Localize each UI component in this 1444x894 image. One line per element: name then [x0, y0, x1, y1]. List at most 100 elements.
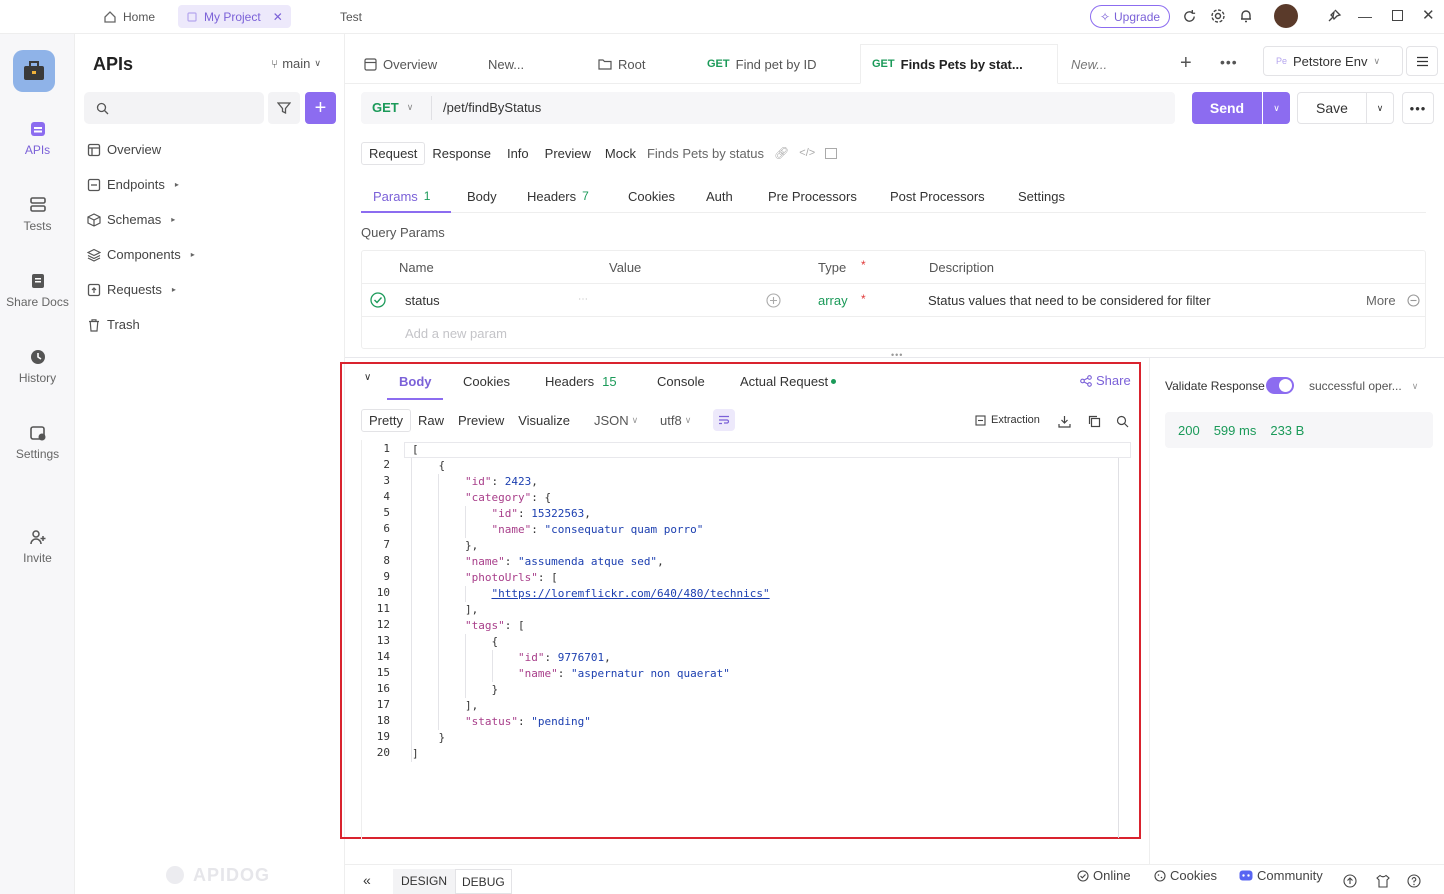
subtab-body[interactable]: Body: [467, 178, 497, 214]
project-logo[interactable]: [13, 50, 55, 92]
add-button[interactable]: +: [305, 92, 336, 124]
collapse-sidebar-icon[interactable]: «: [363, 872, 371, 888]
branch-selector[interactable]: ⑂ main ∨: [271, 56, 321, 71]
tab-overview[interactable]: Overview: [358, 46, 443, 82]
rail-item-tests[interactable]: Tests: [0, 196, 75, 233]
tab-new-2[interactable]: New...: [1065, 46, 1113, 82]
panel-icon[interactable]: [825, 147, 838, 159]
response-tab-console[interactable]: Console: [657, 374, 705, 389]
param-type-select[interactable]: array: [818, 293, 848, 308]
rail-item-apis[interactable]: APIs: [0, 120, 75, 157]
add-value-icon[interactable]: [766, 293, 781, 308]
mode-tab-request[interactable]: Request: [361, 141, 426, 165]
response-tab-actual-request[interactable]: Actual Request: [740, 374, 837, 389]
more-link[interactable]: More: [1366, 293, 1396, 308]
subtab-settings[interactable]: Settings: [1018, 178, 1065, 214]
design-mode-button[interactable]: DESIGN: [393, 869, 456, 894]
view-mode-raw[interactable]: Raw: [411, 410, 451, 431]
new-tab-button[interactable]: +: [1180, 52, 1192, 75]
window-tab-my-project[interactable]: My Project ✕: [178, 5, 291, 28]
validate-toggle[interactable]: [1266, 377, 1294, 394]
upgrade-button[interactable]: ✧ Upgrade: [1090, 5, 1170, 28]
shirt-icon[interactable]: [1376, 874, 1390, 888]
save-button[interactable]: Save: [1297, 92, 1367, 124]
method-selector[interactable]: GET ∨: [372, 100, 413, 115]
help-icon[interactable]: [1407, 874, 1421, 888]
encoding-select[interactable]: utf8 ∨: [660, 413, 691, 428]
add-param-input[interactable]: Add a new param: [405, 326, 507, 341]
tab-find-pet-by-id[interactable]: GET Find pet by ID: [701, 46, 823, 82]
code-icon[interactable]: </>: [799, 147, 815, 159]
menu-button[interactable]: [1406, 46, 1438, 76]
cookies-button[interactable]: Cookies: [1154, 868, 1217, 883]
maximize-icon[interactable]: [1392, 10, 1403, 21]
send-button[interactable]: Send: [1192, 92, 1262, 124]
rail-item-invite[interactable]: Invite: [0, 528, 75, 565]
param-description[interactable]: Status values that need to be considered…: [928, 293, 1211, 308]
tab-new-1[interactable]: New...: [482, 46, 530, 82]
close-window-icon[interactable]: ✕: [1422, 6, 1435, 24]
search-input[interactable]: [115, 100, 255, 116]
validate-target-select[interactable]: successful oper... ∨: [1309, 379, 1418, 393]
window-tab-home[interactable]: Home: [95, 5, 163, 28]
minimize-icon[interactable]: —: [1358, 8, 1372, 24]
mode-tab-response[interactable]: Response: [425, 143, 498, 164]
mode-tab-preview[interactable]: Preview: [538, 143, 598, 164]
online-status[interactable]: Online: [1077, 868, 1131, 883]
more-tabs-button[interactable]: •••: [1220, 54, 1238, 70]
enabled-checkbox[interactable]: [370, 292, 386, 308]
subtab-headers[interactable]: Headers 7: [527, 178, 589, 214]
avatar[interactable]: [1274, 4, 1298, 28]
view-mode-pretty[interactable]: Pretty: [361, 409, 411, 432]
sidebar-item-endpoints[interactable]: Endpoints ▸: [87, 177, 179, 192]
subtab-post-processors[interactable]: Post Processors: [890, 178, 985, 214]
drag-handle-icon[interactable]: ⋯: [578, 294, 588, 305]
editor-scrollbar[interactable]: [1118, 458, 1119, 838]
sidebar-item-trash[interactable]: Trash: [87, 317, 140, 332]
sidebar-item-overview[interactable]: Overview: [87, 142, 161, 157]
param-name-input[interactable]: status: [405, 293, 440, 308]
refresh-icon[interactable]: [1182, 9, 1197, 24]
pin-icon[interactable]: [1326, 8, 1342, 24]
upload-icon[interactable]: [1343, 874, 1357, 888]
subtab-pre-processors[interactable]: Pre Processors: [768, 178, 857, 214]
sidebar-item-schemas[interactable]: Schemas ▸: [87, 212, 175, 227]
tab-root[interactable]: Root: [592, 46, 651, 82]
response-tab-cookies[interactable]: Cookies: [463, 374, 510, 389]
response-tab-body[interactable]: Body: [399, 374, 432, 389]
filter-button[interactable]: [268, 92, 300, 124]
resize-handle-icon[interactable]: •••: [891, 350, 903, 360]
rail-item-settings[interactable]: Settings: [0, 424, 75, 461]
sidebar-item-requests[interactable]: Requests ▸: [87, 282, 176, 297]
search-icon[interactable]: [1116, 415, 1129, 428]
copy-icon[interactable]: [1088, 415, 1101, 428]
link-icon[interactable]: 🔗︎: [774, 146, 789, 160]
environment-selector[interactable]: Pe Petstore Env ∨: [1263, 46, 1403, 76]
download-icon[interactable]: [1058, 415, 1071, 428]
share-button[interactable]: Share: [1080, 373, 1131, 388]
mode-tab-mock[interactable]: Mock: [598, 143, 643, 164]
request-name[interactable]: Finds Pets by status: [643, 143, 768, 164]
url-input[interactable]: /pet/findByStatus: [443, 100, 541, 115]
save-options-button[interactable]: ∨: [1366, 92, 1394, 124]
view-mode-preview[interactable]: Preview: [451, 410, 511, 431]
subtab-cookies[interactable]: Cookies: [628, 178, 675, 214]
extraction-button[interactable]: Extraction: [975, 414, 1040, 426]
window-tab-test[interactable]: Test: [332, 5, 370, 28]
close-icon[interactable]: ✕: [273, 10, 283, 24]
response-tab-headers[interactable]: Headers 15: [545, 374, 617, 389]
search-field[interactable]: [84, 92, 264, 124]
mode-tab-info[interactable]: Info: [498, 143, 538, 164]
subtab-params[interactable]: Params 1: [373, 178, 430, 214]
gear-icon[interactable]: [1210, 8, 1226, 24]
wrap-toggle-button[interactable]: [713, 409, 735, 431]
sidebar-item-components[interactable]: Components ▸: [87, 247, 195, 262]
community-link[interactable]: Community: [1239, 868, 1323, 883]
view-mode-visualize[interactable]: Visualize: [511, 410, 577, 431]
collapse-icon[interactable]: ∨: [364, 372, 371, 383]
send-options-button[interactable]: ∨: [1263, 92, 1290, 124]
format-select[interactable]: JSON ∨: [594, 413, 638, 428]
rail-item-share-docs[interactable]: Share Docs: [0, 272, 75, 309]
tab-finds-pets-by-status[interactable]: GET Finds Pets by stat...: [866, 46, 1029, 82]
more-actions-button[interactable]: •••: [1402, 92, 1434, 124]
